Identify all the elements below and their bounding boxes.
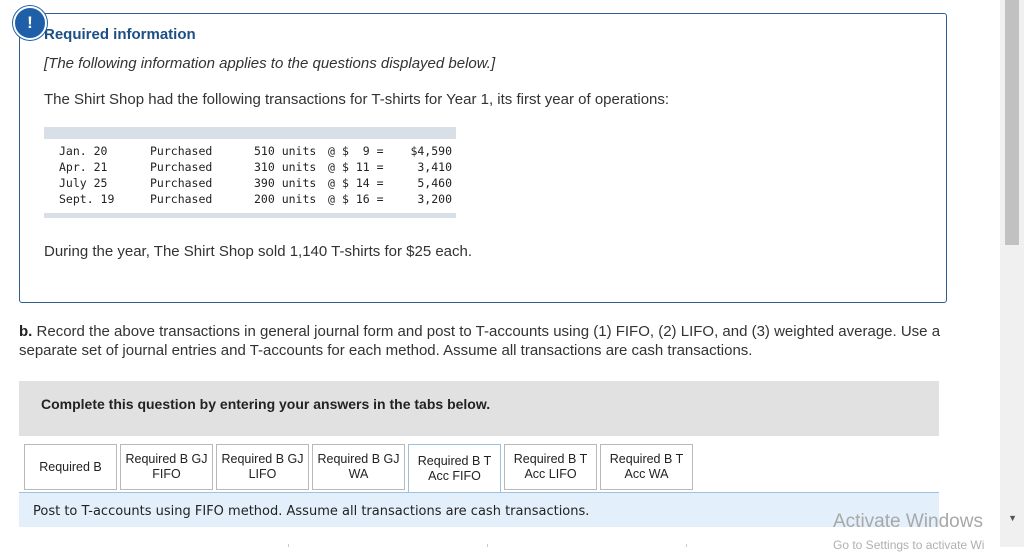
tab-label: Required B [39,459,102,474]
tx-units: 200 units [254,192,317,206]
tab-required-b-t-acc-lifo[interactable]: Required B T Acc LIFO [504,444,597,490]
table-row: Jan. 20 Purchased 510 units @ $ 9 = $4,5… [44,143,456,159]
transactions-table: Jan. 20 Purchased 510 units @ $ 9 = $4,5… [44,127,456,218]
question-text: b. Record the above transactions in gene… [19,322,994,360]
table-row: Sept. 19 Purchased 200 units @ $ 16 = 3,… [44,191,456,207]
tx-units: 390 units [254,176,317,190]
vertical-scrollbar[interactable]: ▼ [1000,0,1024,547]
tx-date: Jan. 20 [59,144,108,158]
tab-required-b-gj-wa[interactable]: Required B GJ WA [312,444,405,490]
answer-tabs: Required B Required B GJ FIFO Required B… [24,444,696,493]
tab-panel-instruction: Post to T-accounts using FIFO method. As… [33,504,590,519]
activate-windows-watermark: Activate Windows [833,511,983,532]
tab-sublabel: Acc LIFO [524,467,577,481]
tab-label: Required B T [609,452,684,466]
table-row: July 25 Purchased 390 units @ $ 14 = 5,4… [44,175,456,191]
tab-required-b-gj-fifo[interactable]: Required B GJ FIFO [120,444,213,490]
tx-price: $ 16 = [342,192,384,206]
info-sold-text: During the year, The Shirt Shop sold 1,1… [44,243,473,260]
tab-label: Required B GJ [125,452,208,466]
tab-label: Required B GJ [317,452,400,466]
tab-label: Required B GJ [221,452,304,466]
tx-date: Sept. 19 [59,192,115,206]
scroll-down-arrow-icon[interactable]: ▼ [1008,513,1017,523]
tx-price: $ 14 = [342,176,384,190]
question-label: b. [19,323,33,340]
tab-label: Required B T [513,452,588,466]
alert-icon: ! [13,6,47,40]
tab-sublabel: Acc FIFO [428,469,481,483]
info-note: [The following information applies to th… [44,55,496,72]
tx-at: @ [328,160,335,174]
tx-type: Purchased [150,160,213,174]
tab-required-b-t-acc-fifo[interactable]: Required B T Acc FIFO [408,444,501,493]
tx-type: Purchased [150,192,213,206]
tx-type: Purchased [150,176,213,190]
tab-sublabel: FIFO [152,467,181,481]
instructions-box: Complete this question by entering your … [19,381,939,436]
tab-sublabel: Acc WA [624,467,669,481]
tx-units: 510 units [254,144,317,158]
instructions-text: Complete this question by entering your … [41,396,491,412]
question-body: Record the above transactions in general… [19,323,941,359]
tx-at: @ [328,176,335,190]
tab-sublabel: WA [348,467,369,481]
activate-windows-subtitle: Go to Settings to activate Wi [833,538,985,552]
tab-sublabel: LIFO [248,467,277,481]
tx-date: Apr. 21 [59,160,108,174]
tx-type: Purchased [150,144,213,158]
tx-total: 5,460 [417,176,452,190]
tab-required-b[interactable]: Required B [24,444,117,490]
tab-label: Required B T [417,454,492,468]
info-title: Required information [44,26,196,43]
tab-required-b-gj-lifo[interactable]: Required B GJ LIFO [216,444,309,490]
tx-price: $ 11 = [342,160,384,174]
tx-total: 3,410 [417,160,452,174]
tx-at: @ [328,144,335,158]
tx-total: $4,590 [410,144,452,158]
tx-price: $ 9 = [342,144,384,158]
tx-total: 3,200 [417,192,452,206]
tx-at: @ [328,192,335,206]
tab-required-b-t-acc-wa[interactable]: Required B T Acc WA [600,444,693,490]
tab-panel: Post to T-accounts using FIFO method. As… [19,492,939,527]
tx-date: July 25 [59,176,108,190]
scrollbar-thumb[interactable] [1005,0,1019,245]
info-description: The Shirt Shop had the following transac… [44,91,670,108]
tx-units: 310 units [254,160,317,174]
table-row: Apr. 21 Purchased 310 units @ $ 11 = 3,4… [44,159,456,175]
